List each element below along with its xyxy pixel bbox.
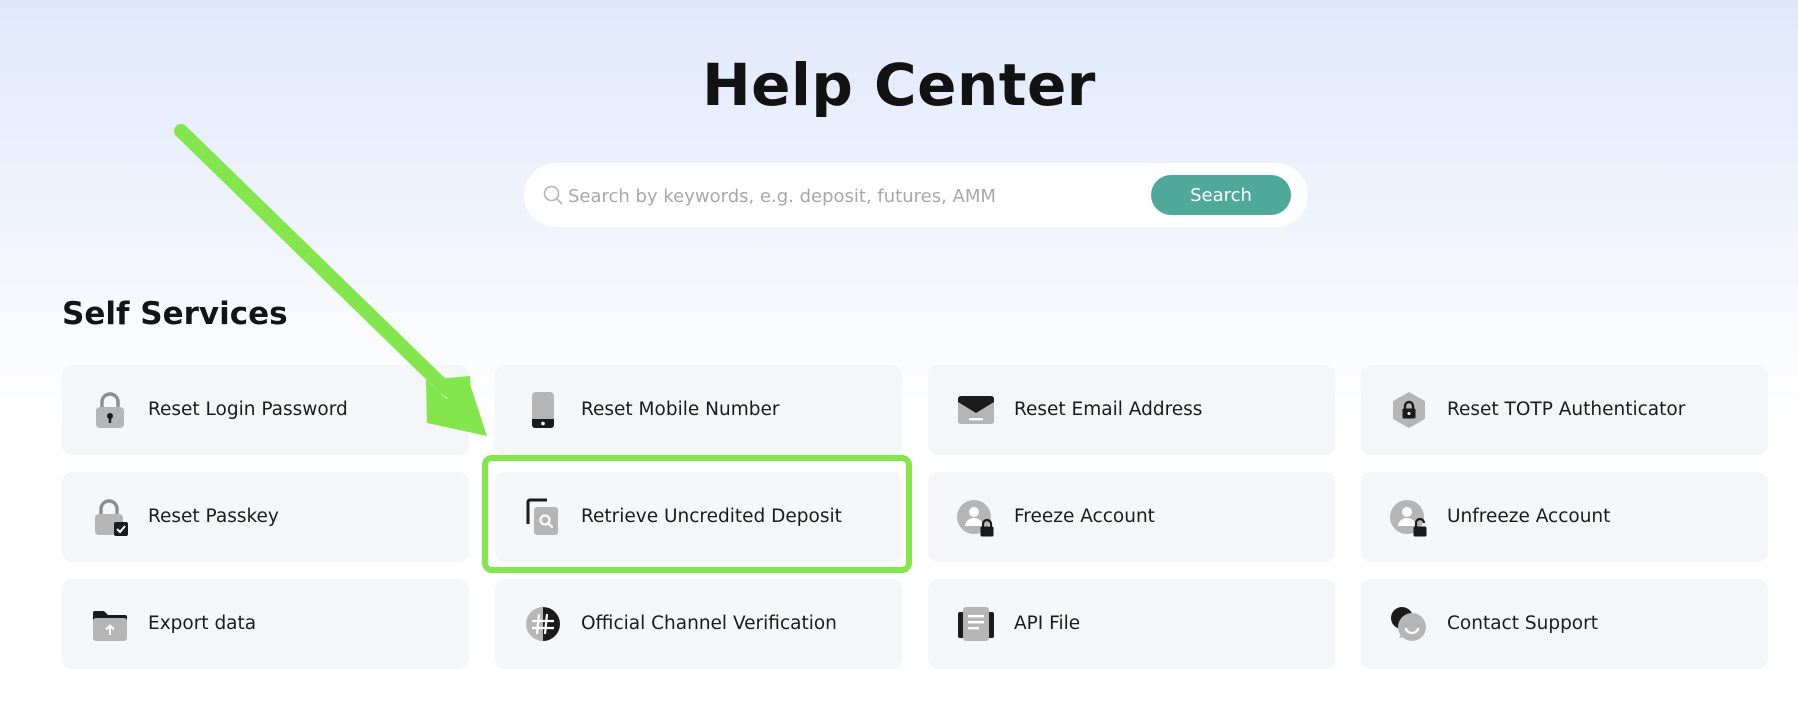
service-label: Freeze Account <box>1014 506 1155 527</box>
service-reset-totp-authenticator[interactable]: Reset TOTP Authenticator <box>1361 365 1768 455</box>
service-label: Export data <box>148 613 257 634</box>
service-label: Retrieve Uncredited Deposit <box>581 506 842 527</box>
user-lock-icon <box>957 500 994 537</box>
page-title: Help Center <box>702 51 1096 119</box>
service-official-channel-verification[interactable]: Official Channel Verification <box>495 579 902 669</box>
service-freeze-account[interactable]: Freeze Account <box>928 472 1335 562</box>
document-search-icon <box>526 498 558 535</box>
service-label: Reset Login Password <box>148 399 348 420</box>
mobile-phone-icon <box>532 392 554 428</box>
service-reset-login-password[interactable]: Reset Login Password <box>62 365 469 455</box>
service-api-file[interactable]: API File <box>928 579 1335 669</box>
service-contact-support[interactable]: Contact Support <box>1361 579 1768 669</box>
hexagon-lock-icon <box>1393 392 1425 428</box>
service-reset-mobile-number[interactable]: Reset Mobile Number <box>495 365 902 455</box>
service-label: Reset TOTP Authenticator <box>1447 399 1686 420</box>
search-button[interactable]: Search <box>1151 175 1291 215</box>
chat-bubble-icon <box>1391 607 1426 641</box>
service-label: Official Channel Verification <box>581 613 837 634</box>
padlock-icon <box>96 392 124 428</box>
padlock-check-icon <box>95 499 128 536</box>
service-label: Reset Passkey <box>148 506 279 527</box>
service-retrieve-uncredited-deposit[interactable]: Retrieve Uncredited Deposit <box>495 472 902 562</box>
service-unfreeze-account[interactable]: Unfreeze Account <box>1361 472 1768 562</box>
search-icon <box>543 185 563 205</box>
service-label: Contact Support <box>1447 613 1598 634</box>
service-label: Reset Mobile Number <box>581 399 780 420</box>
envelope-icon <box>958 396 994 424</box>
service-label: Reset Email Address <box>1014 399 1203 420</box>
hashtag-icon <box>526 607 560 641</box>
user-unlock-icon <box>1390 500 1427 537</box>
service-export-data[interactable]: Export data <box>62 579 469 669</box>
file-stack-icon <box>958 607 994 641</box>
folder-upload-icon <box>93 611 127 641</box>
search-bar: Search <box>524 163 1308 227</box>
self-services-heading: Self Services <box>62 296 288 332</box>
service-reset-email-address[interactable]: Reset Email Address <box>928 365 1335 455</box>
service-reset-passkey[interactable]: Reset Passkey <box>62 472 469 562</box>
search-input[interactable] <box>566 175 1150 217</box>
service-label: API File <box>1014 613 1081 634</box>
service-label: Unfreeze Account <box>1447 506 1611 527</box>
